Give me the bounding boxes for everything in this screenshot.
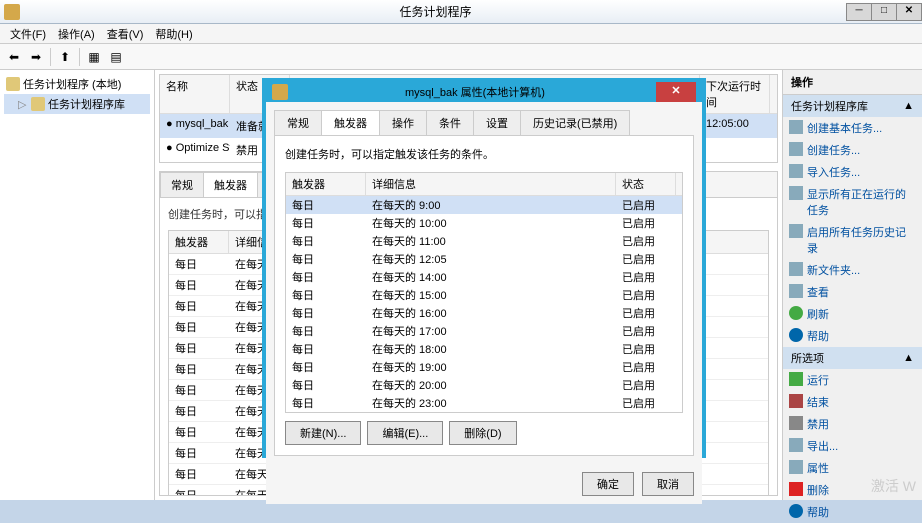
panel-tab[interactable]: 触发器 [203, 172, 258, 197]
dialog-desc: 创建任务时，可以指定触发该任务的条件。 [285, 146, 683, 162]
dialog-title: mysql_bak 属性(本地计算机) [294, 84, 656, 100]
menu-help[interactable]: 帮助(H) [149, 24, 198, 44]
trigger-table: 触发器 详细信息 状态 每日在每天的 9:00已启用每日在每天的 10:00已启… [285, 172, 683, 413]
dialog-tab[interactable]: 常规 [274, 110, 322, 136]
tree-pane: 任务计划程序 (本地) ▷ 任务计划程序库 [0, 70, 155, 500]
close-button[interactable]: ✕ [896, 3, 922, 21]
ok-button[interactable]: 确定 [582, 472, 634, 496]
dialog-close-button[interactable]: ✕ [656, 82, 696, 102]
action-item[interactable]: 结束 [783, 391, 922, 413]
edit-trigger-button[interactable]: 编辑(E)... [367, 421, 443, 445]
dialog-trigger-row[interactable]: 每日在每天的 18:00已启用 [286, 340, 682, 358]
toolbar: ⬅ ➡ ⬆ ▦ ▤ [0, 44, 922, 70]
back-button[interactable]: ⬅ [4, 47, 24, 67]
dialog-trigger-row[interactable]: 每日在每天的 16:00已启用 [286, 304, 682, 322]
action-item[interactable]: 帮助 [783, 325, 922, 347]
action-item[interactable]: 刷新 [783, 303, 922, 325]
menu-view[interactable]: 查看(V) [101, 24, 150, 44]
app-icon [4, 4, 20, 20]
dialog-trigger-row[interactable]: 每日在每天的 19:00已启用 [286, 358, 682, 376]
titlebar: 任务计划程序 ─ □ ✕ [0, 0, 922, 24]
action-group-selected[interactable]: 所选项▲ [783, 347, 922, 369]
tree-library[interactable]: ▷ 任务计划程序库 [4, 94, 150, 114]
col-next[interactable]: 下次运行时间 [700, 75, 770, 113]
expand-icon[interactable]: ▷ [18, 98, 28, 111]
dialog-trigger-row[interactable]: 每日在每天的 12:05已启用 [286, 250, 682, 268]
action-item[interactable]: 导入任务... [783, 161, 922, 183]
action-item[interactable]: 查看 [783, 281, 922, 303]
dialog-tab[interactable]: 条件 [426, 110, 474, 136]
action-item[interactable]: 创建基本任务... [783, 117, 922, 139]
action-item[interactable]: 创建任务... [783, 139, 922, 161]
minimize-button[interactable]: ─ [846, 3, 872, 21]
action-pane: 操作 任务计划程序库▲ 创建基本任务...创建任务...导入任务...显示所有正… [782, 70, 922, 500]
dialog-trigger-row[interactable]: 每日在每天的 15:00已启用 [286, 286, 682, 304]
properties-dialog: mysql_bak 属性(本地计算机) ✕ 常规触发器操作条件设置历史记录(已禁… [262, 78, 706, 458]
action-item[interactable]: 禁用 [783, 413, 922, 435]
watermark: 激活 W [871, 476, 916, 496]
scheduler-icon [6, 77, 20, 91]
window-title: 任务计划程序 [24, 3, 847, 20]
dialog-trigger-row[interactable]: 每日在每天的 10:00已启用 [286, 214, 682, 232]
dialog-tab[interactable]: 设置 [473, 110, 521, 136]
new-trigger-button[interactable]: 新建(N)... [285, 421, 361, 445]
toolbar-btn-2[interactable]: ▤ [106, 47, 126, 67]
up-button[interactable]: ⬆ [55, 47, 75, 67]
dialog-tab[interactable]: 触发器 [321, 110, 380, 136]
action-header: 操作 [783, 70, 922, 95]
menubar: 文件(F) 操作(A) 查看(V) 帮助(H) [0, 24, 922, 44]
dialog-trigger-row[interactable]: 每日在每天的 23:00已启用 [286, 394, 682, 412]
action-item[interactable]: 帮助 [783, 501, 922, 523]
delete-trigger-button[interactable]: 删除(D) [449, 421, 516, 445]
dialog-tab[interactable]: 历史记录(已禁用) [520, 110, 630, 136]
maximize-button[interactable]: □ [871, 3, 897, 21]
cancel-button[interactable]: 取消 [642, 472, 694, 496]
dialog-tab[interactable]: 操作 [379, 110, 427, 136]
action-item[interactable]: 导出... [783, 435, 922, 457]
action-group-library[interactable]: 任务计划程序库▲ [783, 95, 922, 117]
action-item[interactable]: 运行 [783, 369, 922, 391]
forward-button[interactable]: ➡ [26, 47, 46, 67]
folder-icon [31, 97, 45, 111]
dialog-icon [272, 84, 288, 100]
action-item[interactable]: 显示所有正在运行的任务 [783, 183, 922, 221]
dialog-trigger-row[interactable]: 每日在每天的 17:00已启用 [286, 322, 682, 340]
dialog-trigger-row[interactable]: 每日在每天的 14:00已启用 [286, 268, 682, 286]
tree-root[interactable]: 任务计划程序 (本地) [4, 74, 150, 94]
action-item[interactable]: 新文件夹... [783, 259, 922, 281]
dialog-trigger-row[interactable]: 每日在每天的 9:00已启用 [286, 196, 682, 214]
action-item[interactable]: 启用所有任务历史记录 [783, 221, 922, 259]
col-name[interactable]: 名称 [160, 75, 230, 113]
dialog-trigger-row[interactable]: 每日在每天的 11:00已启用 [286, 232, 682, 250]
panel-tab[interactable]: 常规 [160, 172, 204, 197]
menu-action[interactable]: 操作(A) [52, 24, 101, 44]
toolbar-btn-1[interactable]: ▦ [84, 47, 104, 67]
dialog-trigger-row[interactable]: 每日在每天的 20:00已启用 [286, 376, 682, 394]
menu-file[interactable]: 文件(F) [4, 24, 52, 44]
